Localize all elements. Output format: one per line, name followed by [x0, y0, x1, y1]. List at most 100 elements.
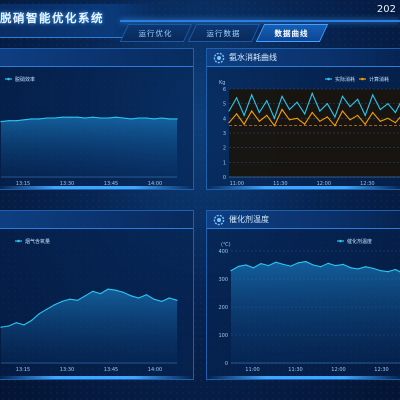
gear-icon	[213, 214, 225, 226]
legend-marker	[7, 77, 10, 81]
header: 脱硝智能优化系统 202 运行优化 运行数据 数据曲线	[0, 0, 400, 44]
data-point	[236, 113, 238, 115]
x-tick-label: 12:00	[331, 367, 345, 373]
data-point	[372, 94, 374, 96]
data-point	[297, 262, 299, 264]
legend-marker	[361, 77, 364, 81]
data-point	[23, 324, 25, 326]
data-point	[99, 293, 102, 295]
data-point	[349, 106, 351, 108]
legend-label: 催化剂温度	[347, 238, 372, 245]
y-tick-label: 5	[223, 102, 226, 108]
data-point	[31, 118, 33, 120]
data-point	[364, 123, 366, 125]
header-date: 202	[376, 4, 396, 15]
data-point	[69, 116, 71, 118]
data-point	[145, 117, 147, 119]
data-point	[228, 110, 230, 112]
data-point	[230, 270, 232, 272]
data-point	[311, 92, 313, 94]
tab-data-curve[interactable]: 数据曲线	[255, 24, 329, 42]
y-tick-label: 3	[223, 131, 226, 137]
legend-label: 脱硝效率	[15, 76, 35, 83]
data-point	[176, 118, 178, 120]
data-point	[394, 268, 397, 271]
series-area	[231, 261, 400, 363]
data-point	[145, 294, 147, 296]
legend-marker	[339, 239, 342, 243]
data-point	[296, 117, 298, 119]
panel-bottom-left: 13:15 13:30 13:45 14:00 烟气含氧量	[0, 210, 194, 380]
panel-footer	[0, 376, 193, 379]
gear-icon	[213, 52, 225, 64]
data-point	[243, 123, 245, 125]
data-point	[273, 117, 275, 119]
data-point	[245, 264, 247, 266]
data-point	[394, 111, 396, 114]
data-point	[92, 116, 94, 118]
tab-label: 运行优化	[138, 29, 173, 38]
legend-label: 实际消耗	[335, 76, 355, 83]
data-point	[168, 118, 170, 120]
data-point	[107, 117, 109, 119]
x-tick-label: 11:30	[288, 367, 302, 373]
data-point	[311, 111, 313, 114]
data-point	[275, 261, 277, 263]
data-point	[312, 264, 314, 266]
data-point	[349, 119, 351, 121]
data-point	[38, 118, 40, 120]
data-point	[8, 325, 10, 327]
data-point	[281, 95, 283, 97]
panel-footer	[207, 376, 400, 379]
data-point	[122, 117, 124, 119]
panel-header: 催化剂温度	[207, 211, 400, 229]
data-point	[387, 271, 389, 273]
series-area	[1, 117, 177, 177]
data-point	[267, 265, 269, 267]
data-point	[99, 117, 102, 119]
data-point	[326, 116, 328, 118]
data-point	[266, 114, 268, 116]
data-point	[394, 122, 396, 124]
data-point	[288, 108, 291, 111]
data-point	[38, 313, 40, 315]
data-point	[320, 266, 322, 268]
data-point	[251, 94, 253, 96]
data-point	[305, 261, 307, 263]
panel-footer	[0, 186, 193, 189]
series-area	[1, 289, 177, 363]
panel-header	[0, 211, 193, 229]
data-point	[161, 117, 163, 119]
data-point	[304, 123, 306, 125]
data-point	[46, 308, 48, 310]
data-point	[236, 97, 238, 99]
tab-label: 运行数据	[206, 29, 241, 38]
data-point	[273, 125, 275, 127]
legend-marker	[17, 239, 20, 243]
data-point	[168, 297, 170, 299]
panel-bottom-right: 催化剂温度 0 100 200 300 400 (℃) 11:00 11:30 12:00 12:…	[206, 210, 400, 380]
data-point	[327, 262, 329, 264]
data-point	[243, 114, 245, 116]
data-point	[23, 119, 25, 121]
data-point	[319, 110, 321, 112]
data-point	[387, 103, 389, 105]
data-point	[319, 120, 321, 122]
y-tick-label: 400	[218, 249, 228, 255]
data-point	[176, 299, 178, 301]
panel-top-right: 氨水消耗曲线 0 1 2 3 4 5 6 Kg 11:00 11:30 12:00 12:30 实际消耗…	[206, 48, 400, 190]
data-point	[357, 98, 359, 100]
data-point	[251, 110, 253, 112]
x-tick-label: 14:00	[148, 367, 162, 373]
data-point	[15, 322, 17, 324]
data-point	[115, 116, 117, 118]
data-point	[228, 122, 230, 124]
tab-label: 数据曲线	[274, 29, 309, 38]
data-point	[350, 267, 352, 269]
data-point	[342, 263, 344, 265]
tab-run-data[interactable]: 运行数据	[187, 24, 261, 42]
data-point	[372, 111, 374, 114]
tab-run-optimize[interactable]: 运行优化	[119, 24, 193, 42]
y-unit-label: (℃)	[221, 242, 231, 248]
y-tick-label: 300	[218, 277, 228, 283]
